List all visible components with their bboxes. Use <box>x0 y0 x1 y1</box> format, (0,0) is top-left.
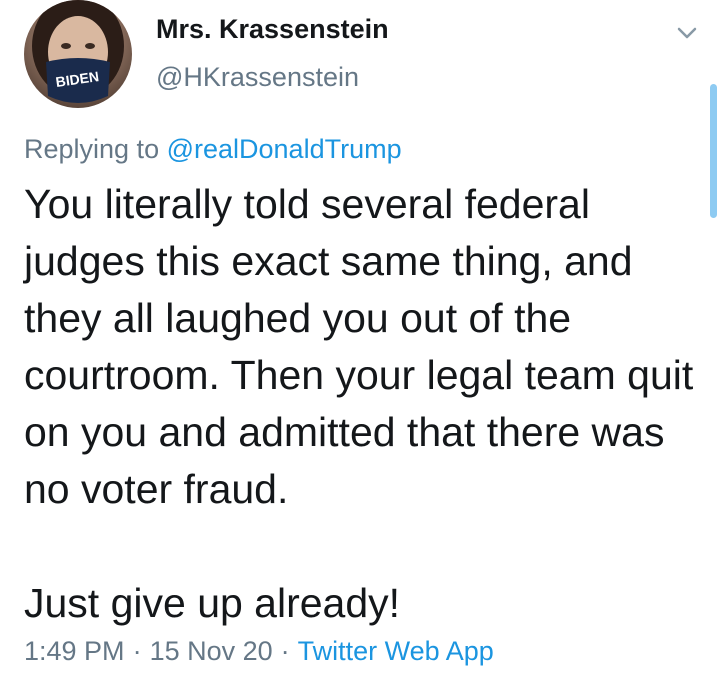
chevron-down-icon[interactable] <box>672 18 702 48</box>
tweet-time[interactable]: 1:49 PM <box>24 636 125 666</box>
tweet-date[interactable]: 15 Nov 20 <box>150 636 273 666</box>
meta-separator: · <box>280 636 290 666</box>
avatar[interactable]: BIDEN <box>24 0 132 108</box>
replying-to: Replying to @realDonaldTrump <box>24 134 402 165</box>
display-name[interactable]: Mrs. Krassenstein <box>156 14 389 45</box>
user-handle[interactable]: @HKrassenstein <box>156 62 359 93</box>
tweet-card: BIDEN Mrs. Krassenstein @HKrassenstein R… <box>0 0 720 680</box>
avatar-image: BIDEN <box>32 0 124 103</box>
reply-mention-link[interactable]: @realDonaldTrump <box>167 134 402 164</box>
meta-separator: · <box>132 636 142 666</box>
tweet-text: You literally told several federal judge… <box>24 181 694 626</box>
tweet-meta: 1:49 PM · 15 Nov 20 · Twitter Web App <box>24 636 494 667</box>
replying-to-label: Replying to <box>24 134 167 164</box>
tweet-source-link[interactable]: Twitter Web App <box>298 636 494 666</box>
scrollbar[interactable] <box>710 84 717 218</box>
